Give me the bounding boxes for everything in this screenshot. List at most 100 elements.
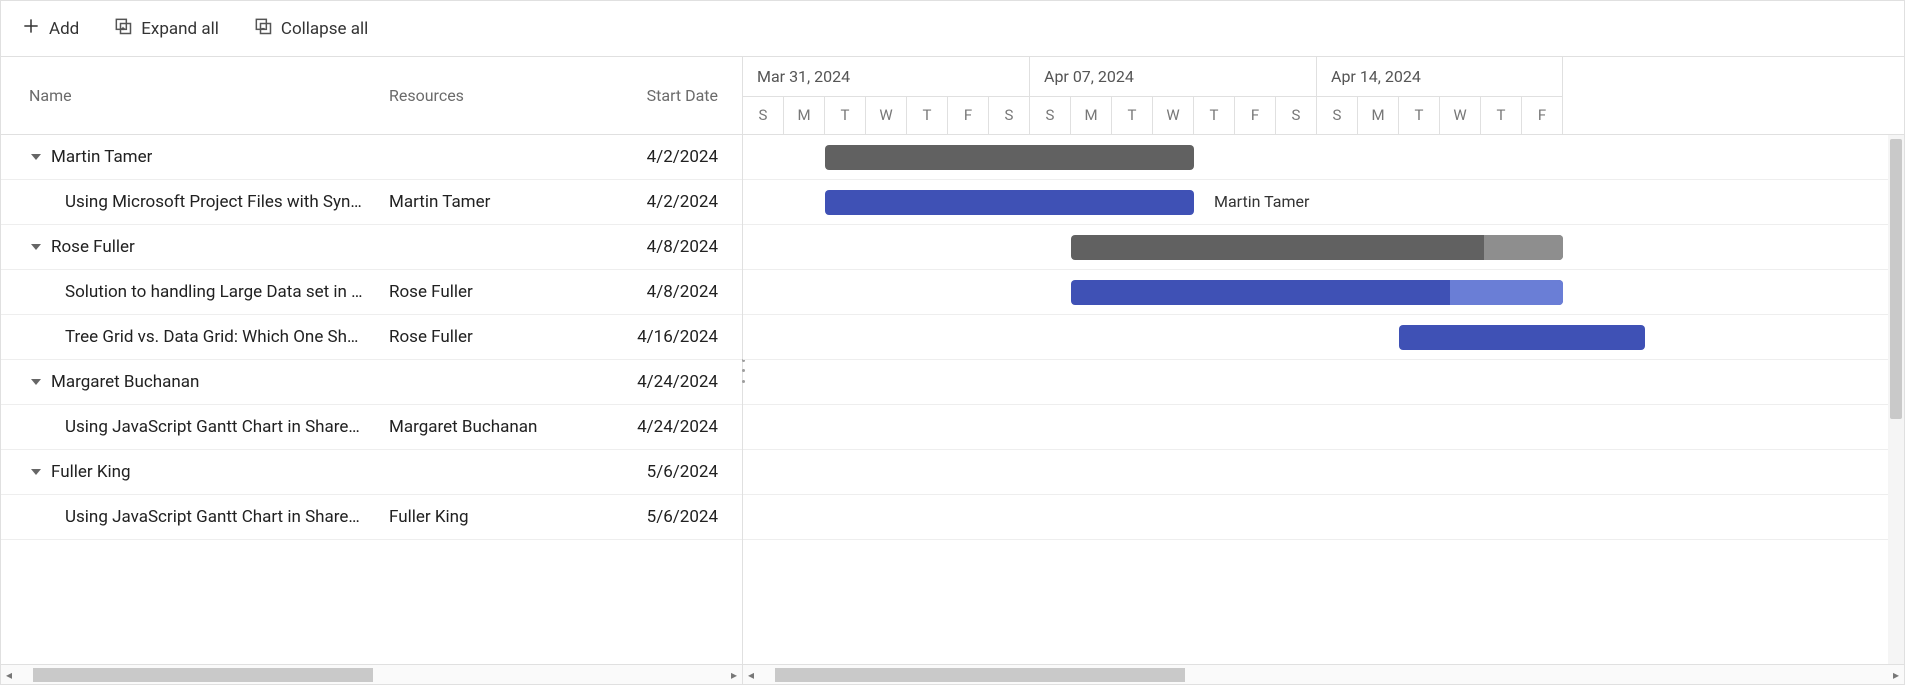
grid-hscroll[interactable]: ◂ ▸ xyxy=(1,664,742,684)
add-label: Add xyxy=(49,19,79,39)
plus-icon xyxy=(21,16,41,41)
gantt-summary-bar[interactable] xyxy=(1071,235,1563,260)
timeline-weeks: Mar 31, 2024Apr 07, 2024Apr 14, 2024 xyxy=(743,57,1904,96)
cell-start-date: 4/8/2024 xyxy=(623,237,742,257)
header-resources[interactable]: Resources xyxy=(389,86,623,105)
cell-name: Rose Fuller xyxy=(1,237,389,257)
timeline-row xyxy=(743,495,1904,540)
scroll-track[interactable] xyxy=(33,668,710,682)
cell-resource: Margaret Buchanan xyxy=(389,417,623,437)
timeline-row: Martin Tamer xyxy=(743,180,1904,225)
timeline-header: Mar 31, 2024Apr 07, 2024Apr 14, 2024 SMT… xyxy=(743,57,1904,135)
cell-start-date: 4/2/2024 xyxy=(623,147,742,167)
grid-row-parent[interactable]: Rose Fuller 4/8/2024 xyxy=(1,225,742,270)
gantt-bar-label: Martin Tamer xyxy=(1214,192,1309,211)
day-header: M xyxy=(1071,96,1112,135)
cell-start-date: 4/8/2024 xyxy=(623,282,742,302)
day-header: W xyxy=(1153,96,1194,135)
gantt-task-bar[interactable] xyxy=(1071,280,1563,305)
cell-name: Margaret Buchanan xyxy=(1,372,389,392)
expand-all-button[interactable]: Expand all xyxy=(105,10,227,47)
cell-resource: Rose Fuller xyxy=(389,327,623,347)
name-text: Fuller King xyxy=(51,462,131,482)
day-header: S xyxy=(1317,96,1358,135)
scroll-left-icon[interactable]: ◂ xyxy=(1,668,17,682)
scroll-track[interactable] xyxy=(775,668,1872,682)
cell-name: Martin Tamer xyxy=(1,147,389,167)
add-button[interactable]: Add xyxy=(13,10,87,47)
day-header: T xyxy=(1194,96,1235,135)
gantt-component: Add Expand all Collapse all Name Resourc… xyxy=(0,0,1905,685)
scroll-thumb[interactable] xyxy=(33,668,373,682)
collapse-all-button[interactable]: Collapse all xyxy=(245,10,376,47)
header-start[interactable]: Start Date xyxy=(623,86,742,105)
timeline-panel: Mar 31, 2024Apr 07, 2024Apr 14, 2024 SMT… xyxy=(743,57,1904,684)
grid-row-task[interactable]: Using JavaScript Gantt Chart in Share…Fu… xyxy=(1,495,742,540)
timeline-row xyxy=(743,270,1904,315)
gantt-summary-bar[interactable] xyxy=(825,145,1194,170)
day-header: T xyxy=(1399,96,1440,135)
day-header: S xyxy=(1030,96,1071,135)
collapse-icon xyxy=(253,16,273,41)
day-header: T xyxy=(907,96,948,135)
grid-row-parent[interactable]: Martin Tamer 4/2/2024 xyxy=(1,135,742,180)
day-header: M xyxy=(784,96,825,135)
week-header: Apr 07, 2024 xyxy=(1030,57,1317,96)
day-header: W xyxy=(866,96,907,135)
day-header: S xyxy=(743,96,784,135)
scroll-right-icon[interactable]: ▸ xyxy=(726,668,742,682)
grid-row-parent[interactable]: Margaret Buchanan4/24/2024 xyxy=(1,360,742,405)
cell-start-date: 4/16/2024 xyxy=(623,327,742,347)
timeline-hscroll[interactable]: ◂ ▸ xyxy=(743,664,1904,684)
grid-row-parent[interactable]: Fuller King 5/6/2024 xyxy=(1,450,742,495)
name-text: Using JavaScript Gantt Chart in Share… xyxy=(65,417,360,437)
cell-name: Fuller King xyxy=(1,462,389,482)
collapse-label: Collapse all xyxy=(281,19,368,39)
chevron-down-icon[interactable] xyxy=(31,244,41,250)
day-header: M xyxy=(1358,96,1399,135)
cell-name: Solution to handling Large Data set in … xyxy=(1,282,389,302)
timeline-row xyxy=(743,315,1904,360)
day-header: T xyxy=(1112,96,1153,135)
timeline-vscroll[interactable] xyxy=(1888,135,1904,664)
grid-row-task[interactable]: Solution to handling Large Data set in …… xyxy=(1,270,742,315)
cell-resource: Martin Tamer xyxy=(389,192,623,212)
gantt-task-bar[interactable] xyxy=(825,190,1194,215)
chevron-down-icon[interactable] xyxy=(31,379,41,385)
expand-icon xyxy=(113,16,133,41)
cell-start-date: 5/6/2024 xyxy=(623,507,742,527)
name-text: Using Microsoft Project Files with Syn… xyxy=(65,192,362,212)
scroll-thumb[interactable] xyxy=(775,668,1185,682)
grid-header: Name Resources Start Date xyxy=(1,57,742,135)
header-name[interactable]: Name xyxy=(1,86,389,105)
vscroll-thumb[interactable] xyxy=(1890,139,1902,419)
tree-grid: Name Resources Start Date Martin Tamer4/… xyxy=(1,57,743,684)
scroll-left-icon[interactable]: ◂ xyxy=(743,668,759,682)
split-container: Name Resources Start Date Martin Tamer4/… xyxy=(1,57,1904,684)
cell-start-date: 4/24/2024 xyxy=(623,417,742,437)
grid-row-task[interactable]: Tree Grid vs. Data Grid: Which One Sh…Ro… xyxy=(1,315,742,360)
chevron-down-icon[interactable] xyxy=(31,469,41,475)
grid-row-task[interactable]: Using JavaScript Gantt Chart in Share… Ma… xyxy=(1,405,742,450)
name-text: Rose Fuller xyxy=(51,237,135,257)
scroll-right-icon[interactable]: ▸ xyxy=(1888,668,1904,682)
week-header: Apr 14, 2024 xyxy=(1317,57,1563,96)
timeline-body[interactable]: Martin Tamer xyxy=(743,135,1904,664)
day-header: T xyxy=(825,96,866,135)
day-header: F xyxy=(948,96,989,135)
cell-start-date: 4/2/2024 xyxy=(623,192,742,212)
timeline-days: SMTWTFSSMTWTFSSMTWTF xyxy=(743,96,1904,135)
cell-name: Using Microsoft Project Files with Syn… xyxy=(1,192,389,212)
grid-row-task[interactable]: Using Microsoft Project Files with Syn… M… xyxy=(1,180,742,225)
toolbar: Add Expand all Collapse all xyxy=(1,1,1904,57)
cell-name: Using JavaScript Gantt Chart in Share… xyxy=(1,417,389,437)
cell-start-date: 5/6/2024 xyxy=(623,462,742,482)
day-header: F xyxy=(1235,96,1276,135)
timeline-row xyxy=(743,225,1904,270)
gantt-task-bar[interactable] xyxy=(1399,325,1645,350)
week-header: Mar 31, 2024 xyxy=(743,57,1030,96)
day-header: S xyxy=(1276,96,1317,135)
day-header: W xyxy=(1440,96,1481,135)
chevron-down-icon[interactable] xyxy=(31,154,41,160)
name-text: Solution to handling Large Data set in … xyxy=(65,282,363,302)
